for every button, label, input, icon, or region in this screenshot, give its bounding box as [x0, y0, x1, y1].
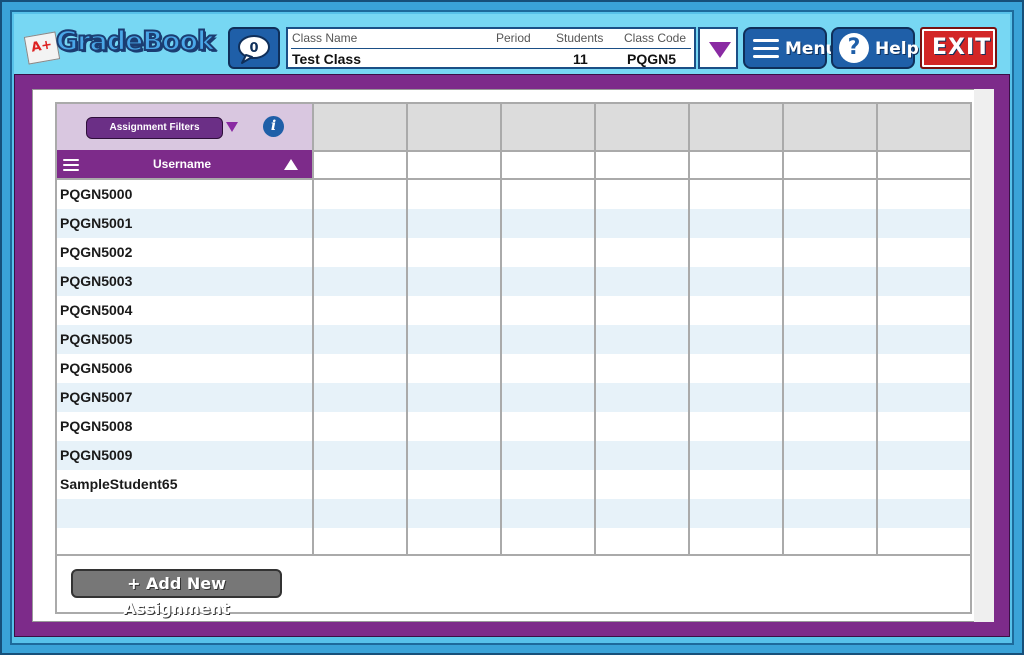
filter-dropdown-icon[interactable] — [226, 122, 238, 132]
assignment-subheader — [500, 150, 596, 180]
table-row[interactable]: PQGN5005 — [57, 325, 970, 354]
assignment-column-header[interactable] — [876, 104, 970, 150]
table-row — [57, 528, 970, 557]
table-row[interactable]: PQGN5006 — [57, 354, 970, 383]
gradebook-table: Assignment Filters i Username PQGN5000 P… — [55, 102, 972, 614]
message-count: 0 — [249, 41, 258, 56]
assignment-subheader — [782, 150, 878, 180]
username-column-header[interactable]: Username — [57, 150, 314, 180]
messages-button[interactable]: 0 — [228, 27, 280, 69]
username-cell: PQGN5009 — [60, 447, 133, 463]
table-row[interactable]: PQGN5008 — [57, 412, 970, 441]
assignment-column-header[interactable] — [688, 104, 784, 150]
table-row — [57, 499, 970, 528]
assignment-column-header[interactable] — [312, 104, 408, 150]
divider — [291, 48, 691, 49]
table-row[interactable]: PQGN5004 — [57, 296, 970, 325]
username-cell: PQGN5008 — [60, 418, 133, 434]
class-code-header: Class Code — [624, 31, 687, 45]
table-row[interactable]: PQGN5002 — [57, 238, 970, 267]
column-divider — [500, 180, 502, 556]
students-value: 11 — [573, 51, 588, 67]
help-label: Help — [875, 39, 919, 59]
username-cell: PQGN5007 — [60, 389, 133, 405]
assignment-column-header[interactable] — [594, 104, 690, 150]
students-header: Students — [556, 31, 604, 45]
logo-text: GradeBook — [55, 25, 216, 58]
class-info-box: Class Name Period Students Class Code Te… — [286, 27, 696, 69]
exit-label: EXIT — [932, 35, 992, 60]
username-cell: SampleStudent65 — [60, 476, 178, 492]
class-code-value: PQGN5 — [627, 51, 677, 67]
sort-ascending-icon[interactable] — [284, 159, 298, 170]
username-cell: PQGN5006 — [60, 360, 133, 376]
username-cell: PQGN5000 — [60, 186, 133, 202]
column-divider — [594, 180, 596, 556]
speech-bubble-icon: 0 — [238, 35, 270, 64]
period-header: Period — [496, 31, 531, 45]
assignment-column-header[interactable] — [406, 104, 502, 150]
table-row[interactable]: PQGN5000 — [57, 180, 970, 209]
table-row[interactable]: PQGN5001 — [57, 209, 970, 238]
username-cell: PQGN5005 — [60, 331, 133, 347]
column-divider — [876, 180, 878, 556]
exit-button[interactable]: EXIT — [920, 27, 997, 69]
assignment-subheader — [406, 150, 502, 180]
table-row[interactable]: PQGN5007 — [57, 383, 970, 412]
column-divider — [782, 180, 784, 556]
table-row[interactable]: PQGN5009 — [57, 441, 970, 470]
question-mark-icon: ? — [839, 33, 869, 63]
username-cell: PQGN5001 — [60, 215, 133, 231]
assignment-subheader — [876, 150, 970, 180]
info-icon[interactable]: i — [263, 116, 284, 137]
grade-badge-icon: A+ — [23, 31, 61, 65]
class-dropdown-button[interactable] — [698, 27, 738, 69]
column-divider — [688, 180, 690, 556]
column-divider — [312, 180, 314, 556]
triangle-down-icon — [709, 42, 731, 58]
table-row[interactable]: SampleStudent65 — [57, 470, 970, 499]
column-divider — [406, 180, 408, 556]
menu-label: Menu — [785, 39, 838, 59]
assignment-subheader — [594, 150, 690, 180]
username-cell: PQGN5003 — [60, 273, 133, 289]
help-button[interactable]: ? Help — [831, 27, 919, 69]
username-header-label: Username — [153, 157, 212, 171]
column-menu-icon[interactable] — [63, 159, 79, 174]
student-rows: PQGN5000 PQGN5001 PQGN5002 PQGN5003 PQGN… — [57, 180, 970, 557]
filter-header: Assignment Filters i — [57, 104, 314, 150]
hamburger-icon — [753, 39, 779, 63]
add-new-assignment-button[interactable]: + Add New Assignment — [71, 569, 282, 618]
table-row[interactable]: PQGN5003 — [57, 267, 970, 296]
username-cell: PQGN5002 — [60, 244, 133, 260]
menu-button[interactable]: Menu — [743, 27, 838, 69]
assignment-subheader — [688, 150, 784, 180]
assignment-column-header[interactable] — [500, 104, 596, 150]
table-body-bottom — [57, 554, 970, 556]
username-cell: PQGN5004 — [60, 302, 133, 318]
assignment-subheader — [312, 150, 408, 180]
class-name-value: Test Class — [292, 51, 361, 67]
gradebook-logo: A+ GradeBook — [23, 25, 216, 68]
class-name-header: Class Name — [292, 31, 358, 45]
assignment-filters-button[interactable]: Assignment Filters — [86, 117, 223, 139]
assignment-column-header[interactable] — [782, 104, 878, 150]
